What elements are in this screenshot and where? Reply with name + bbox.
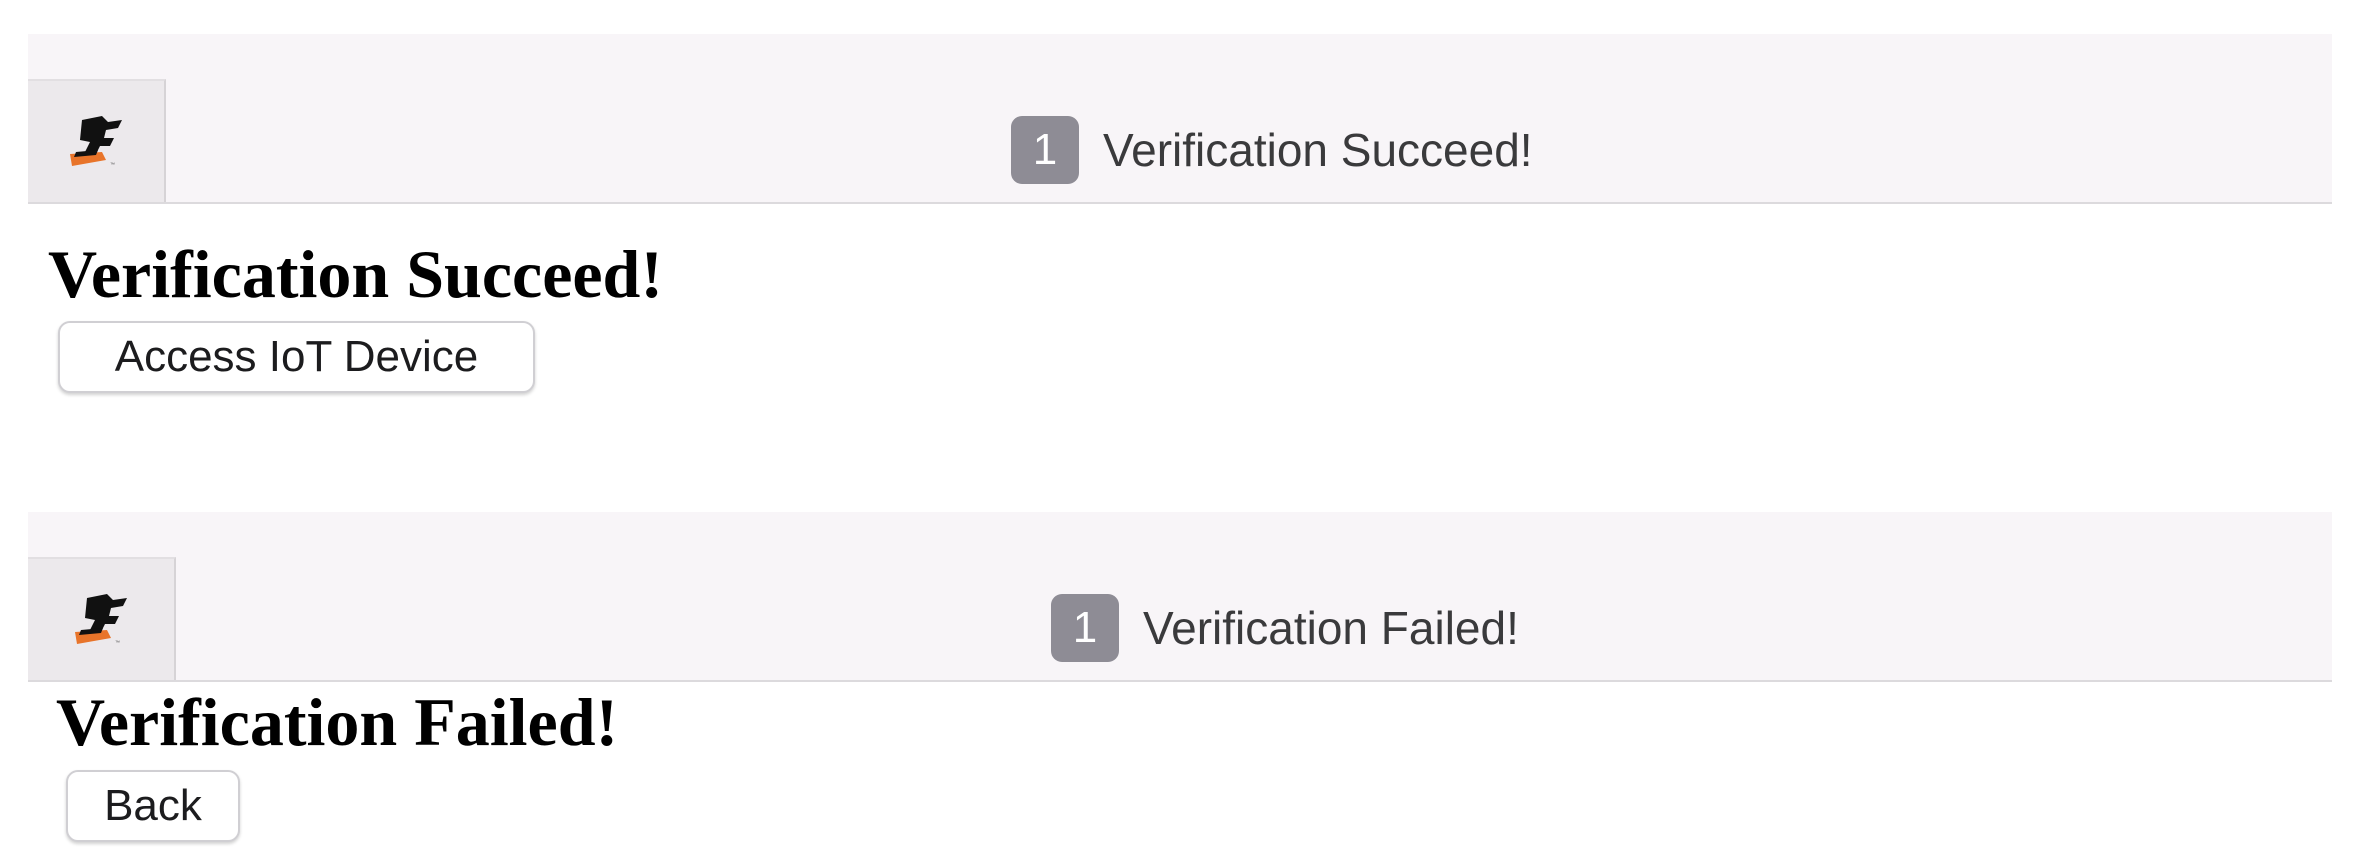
svg-text:™: ™ — [115, 640, 120, 646]
tab-count-badge: 1 — [1051, 594, 1119, 662]
tab-title[interactable]: 1 Verification Failed! — [1051, 594, 1519, 662]
failed-view: ™ 1 Verification Failed! Verification Fa… — [28, 512, 2332, 842]
app-logo-tab[interactable]: ™ — [28, 79, 166, 202]
tab-title[interactable]: 1 Verification Succeed! — [1011, 116, 1533, 184]
access-iot-device-button[interactable]: Access IoT Device — [58, 321, 535, 393]
tab-bar: ™ 1 Verification Failed! — [28, 512, 2332, 682]
tab-count-badge: 1 — [1011, 116, 1079, 184]
app-logo-icon: ™ — [75, 593, 127, 646]
svg-text:™: ™ — [110, 162, 115, 168]
tab-bar: ™ 1 Verification Succeed! — [28, 34, 2332, 204]
success-view: ™ 1 Verification Succeed! Verification S… — [28, 34, 2332, 393]
app-logo-tab[interactable]: ™ — [28, 557, 176, 680]
page-heading: Verification Succeed! — [48, 236, 664, 312]
back-button[interactable]: Back — [66, 770, 240, 842]
app-logo-icon: ™ — [70, 115, 122, 168]
tab-title-text: Verification Failed! — [1143, 602, 1519, 654]
tab-title-text: Verification Succeed! — [1103, 124, 1533, 176]
page-heading: Verification Failed! — [56, 684, 619, 760]
